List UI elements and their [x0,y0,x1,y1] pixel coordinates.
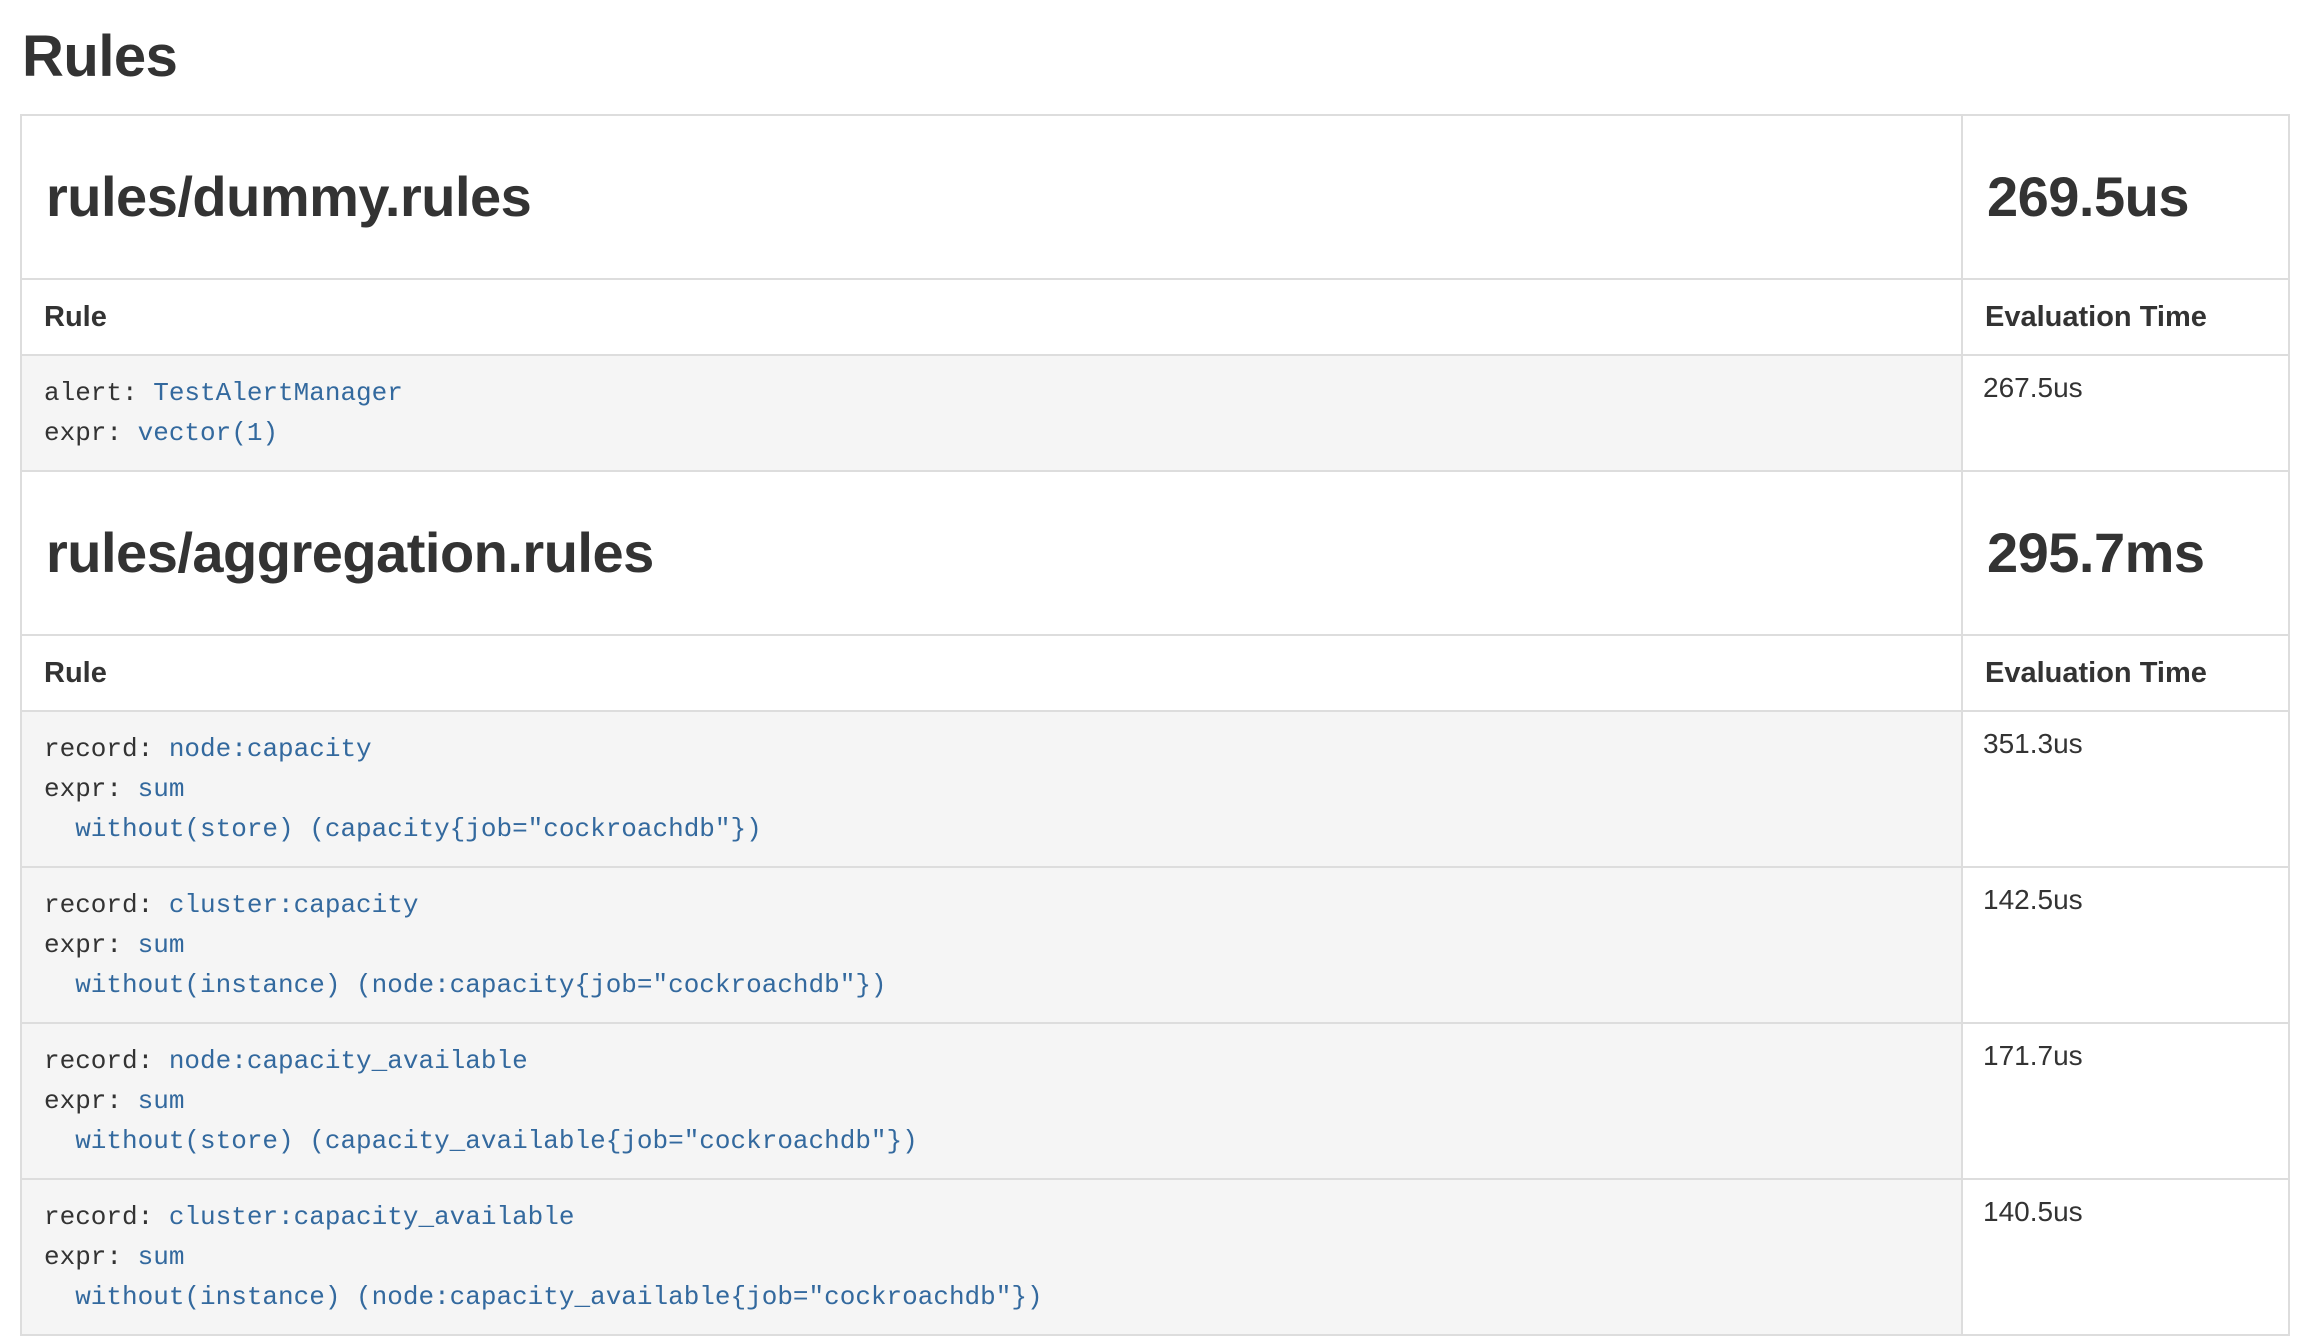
rule-definition-cell: record: cluster:capacity expr: sum witho… [21,867,1962,1023]
rule-group-eval-cell: 295.7ms [1962,471,2289,635]
rules-table-body: rules/dummy.rules269.5usRuleEvaluation T… [21,115,2289,1335]
rule-expr-link[interactable]: sum without(instance) (node:capacity{job… [44,930,887,1000]
column-header-row: RuleEvaluation Time [21,279,2289,355]
code-keyword: record: [44,1046,169,1076]
rule-row: record: node:capacity_available expr: su… [21,1023,2289,1179]
rules-table: rules/dummy.rules269.5usRuleEvaluation T… [20,114,2290,1336]
rule-expr-link[interactable]: sum without(instance) (node:capacity_ava… [44,1242,1043,1312]
rule-definition-cell: record: node:capacity expr: sum without(… [21,711,1962,867]
rule-name-link[interactable]: cluster:capacity_available [169,1202,575,1232]
rule-eval-time: 351.3us [1962,711,2289,867]
rule-expr-link[interactable]: vector(1) [138,418,278,448]
code-keyword: alert: [44,378,153,408]
rule-row: alert: TestAlertManager expr: vector(1) 2… [21,355,2289,471]
rule-definition: record: node:capacity expr: sum without(… [44,729,1939,849]
rule-definition-cell: record: cluster:capacity_available expr:… [21,1179,1962,1335]
page-title: Rules [22,24,2290,90]
rule-row: record: node:capacity expr: sum without(… [21,711,2289,867]
evaluation-time-column-header: Evaluation Time [1962,635,2289,711]
rule-eval-time: 142.5us [1962,867,2289,1023]
code-keyword: expr: [44,1242,138,1272]
rule-expr-link[interactable]: sum without(store) (capacity_available{j… [44,1086,918,1156]
code-keyword: expr: [44,1086,138,1116]
rule-definition: alert: TestAlertManager expr: vector(1) [44,373,1939,453]
rule-group-eval-total: 269.5us [1987,162,2264,232]
rule-group-eval-total: 295.7ms [1987,518,2264,588]
rule-name-link[interactable]: TestAlertManager [153,378,403,408]
rule-definition-cell: record: node:capacity_available expr: su… [21,1023,1962,1179]
rule-definition: record: cluster:capacity_available expr:… [44,1197,1939,1317]
code-keyword: expr: [44,774,138,804]
rule-group-header-row: rules/aggregation.rules 295.7ms [21,471,2289,635]
code-keyword: record: [44,734,169,764]
rule-group-header-row: rules/dummy.rules 269.5us [21,115,2289,279]
rule-row: record: cluster:capacity expr: sum witho… [21,867,2289,1023]
rule-definition: record: cluster:capacity expr: sum witho… [44,885,1939,1005]
rule-definition-cell: alert: TestAlertManager expr: vector(1) [21,355,1962,471]
rule-name-link[interactable]: node:capacity_available [169,1046,528,1076]
code-keyword: expr: [44,930,138,960]
rule-name-link[interactable]: cluster:capacity [169,890,419,920]
code-keyword: record: [44,890,169,920]
column-header-row: RuleEvaluation Time [21,635,2289,711]
rule-column-header: Rule [21,279,1962,355]
rule-group-eval-cell: 269.5us [1962,115,2289,279]
code-keyword: expr: [44,418,138,448]
rule-definition: record: node:capacity_available expr: su… [44,1041,1939,1161]
code-keyword: record: [44,1202,169,1232]
rule-eval-time: 140.5us [1962,1179,2289,1335]
rule-row: record: cluster:capacity_available expr:… [21,1179,2289,1335]
rule-column-header: Rule [21,635,1962,711]
evaluation-time-column-header: Evaluation Time [1962,279,2289,355]
rule-expr-link[interactable]: sum without(store) (capacity{job="cockro… [44,774,762,844]
rule-eval-time: 267.5us [1962,355,2289,471]
rule-group-file-cell: rules/aggregation.rules [21,471,1962,635]
rule-eval-time: 171.7us [1962,1023,2289,1179]
rule-name-link[interactable]: node:capacity [169,734,372,764]
rule-group-file: rules/dummy.rules [46,162,1937,232]
rule-group-file: rules/aggregation.rules [46,518,1937,588]
rule-group-file-cell: rules/dummy.rules [21,115,1962,279]
